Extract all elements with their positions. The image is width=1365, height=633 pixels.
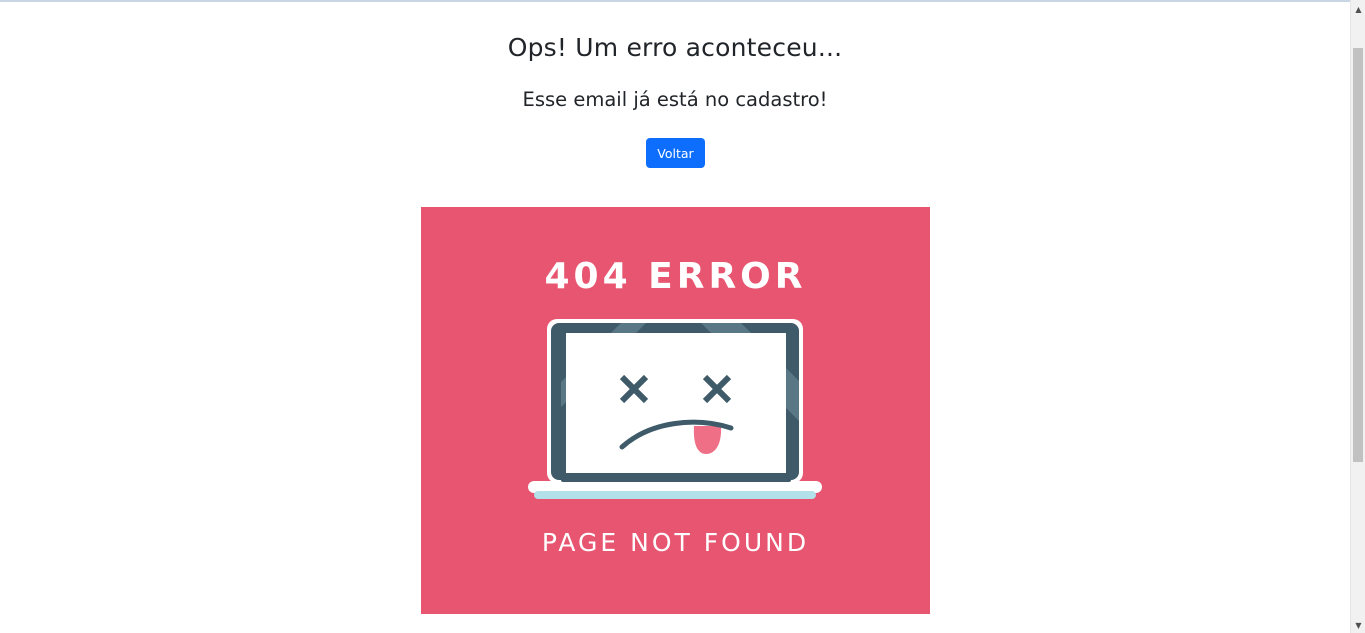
window-top-border xyxy=(0,0,1365,2)
page-title: Ops! Um erro aconteceu... xyxy=(507,33,843,62)
broken-laptop-icon xyxy=(528,319,822,499)
error-404-illustration: 404 ERROR PAGE NOT FOUND xyxy=(421,207,930,614)
scrollbar-thumb[interactable] xyxy=(1353,48,1363,462)
error-caption: PAGE NOT FOUND xyxy=(542,528,809,557)
scroll-up-arrow-icon[interactable]: ▲ xyxy=(1351,2,1365,17)
error-heading: 404 ERROR xyxy=(544,256,806,297)
error-message: Esse email já está no cadastro! xyxy=(522,88,828,111)
vertical-scrollbar[interactable]: ▲ ▼ xyxy=(1350,0,1365,633)
scroll-down-arrow-icon[interactable]: ▼ xyxy=(1351,618,1365,633)
back-button[interactable]: Voltar xyxy=(646,138,705,168)
